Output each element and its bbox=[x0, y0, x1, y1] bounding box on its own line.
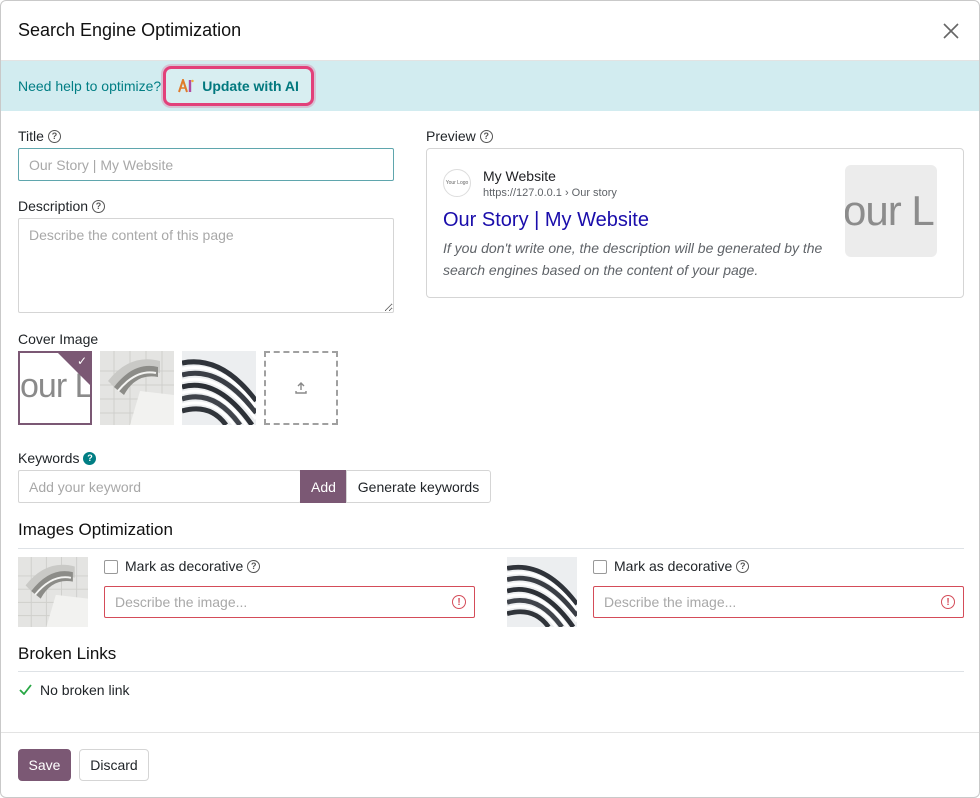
image-alt-input-2[interactable] bbox=[593, 586, 964, 618]
close-button[interactable] bbox=[939, 19, 963, 43]
check-icon: ✓ bbox=[76, 354, 87, 368]
search-preview: Your Logo My Website https://127.0.0.1 ›… bbox=[426, 148, 964, 298]
keywords-label-text: Keywords bbox=[18, 450, 80, 466]
mark-decorative-checkbox-2[interactable] bbox=[593, 560, 607, 574]
discard-button[interactable]: Discard bbox=[79, 749, 149, 781]
section-divider bbox=[18, 671, 964, 672]
preview-description: If you don't write one, the description … bbox=[443, 240, 823, 278]
upload-cover-button[interactable] bbox=[264, 351, 338, 425]
image-thumbnail-2 bbox=[507, 557, 577, 627]
footer-divider bbox=[1, 732, 979, 733]
check-icon bbox=[19, 684, 32, 695]
building-curves-image bbox=[182, 351, 256, 425]
mark-decorative-label-1: Mark as decorative ? bbox=[125, 558, 261, 574]
architecture-image bbox=[18, 557, 88, 627]
title-input[interactable] bbox=[18, 148, 394, 181]
title-label-text: Title bbox=[18, 128, 44, 144]
cover-image-option-selected[interactable]: our L ✓ bbox=[18, 351, 92, 425]
broken-links-status: No broken link bbox=[40, 682, 130, 698]
preview-label-text: Preview bbox=[426, 128, 476, 144]
seo-dialog: Search Engine Optimization Need help to … bbox=[0, 0, 980, 798]
help-icon[interactable]: ? bbox=[92, 199, 106, 213]
preview-logo: Your Logo bbox=[443, 169, 471, 197]
ai-icon bbox=[178, 79, 194, 93]
section-divider bbox=[18, 548, 964, 549]
help-icon[interactable]: ? bbox=[47, 129, 61, 143]
cover-image-option-3[interactable] bbox=[182, 351, 256, 425]
help-icon[interactable]: ? bbox=[83, 451, 97, 465]
ai-button-label: Update with AI bbox=[202, 78, 299, 94]
warning-icon: ! bbox=[941, 595, 955, 609]
architecture-image bbox=[100, 351, 174, 425]
help-icon[interactable]: ? bbox=[247, 559, 261, 573]
warning-icon: ! bbox=[452, 595, 466, 609]
title-label: Title ? bbox=[18, 128, 61, 144]
cover-image-label: Cover Image bbox=[18, 331, 99, 347]
description-textarea[interactable] bbox=[18, 218, 394, 313]
mark-decorative-text: Mark as decorative bbox=[125, 558, 244, 574]
ai-help-banner: Need help to optimize? Update with AI bbox=[1, 61, 979, 111]
help-icon[interactable]: ? bbox=[736, 559, 750, 573]
add-keyword-button[interactable]: Add bbox=[300, 470, 347, 503]
preview-label: Preview ? bbox=[426, 128, 493, 144]
close-icon bbox=[943, 22, 959, 39]
description-label-text: Description bbox=[18, 198, 89, 214]
dialog-title: Search Engine Optimization bbox=[18, 20, 242, 40]
description-label: Description ? bbox=[18, 198, 106, 214]
preview-site-name: My Website bbox=[483, 168, 556, 184]
keyword-input[interactable] bbox=[18, 470, 301, 503]
building-curves-image bbox=[507, 557, 577, 627]
save-button[interactable]: Save bbox=[18, 749, 71, 781]
mark-decorative-checkbox-1[interactable] bbox=[104, 560, 118, 574]
preview-thumbnail-text: our L bbox=[845, 187, 935, 234]
preview-thumbnail: our L bbox=[845, 165, 937, 257]
image-thumbnail-1 bbox=[18, 557, 88, 627]
banner-text: Need help to optimize? bbox=[18, 78, 162, 94]
mark-decorative-text: Mark as decorative bbox=[614, 558, 733, 574]
cover-image-option-2[interactable] bbox=[100, 351, 174, 425]
image-alt-input-1[interactable] bbox=[104, 586, 475, 618]
preview-title: Our Story | My Website bbox=[443, 209, 649, 231]
keywords-label: Keywords ? bbox=[18, 450, 97, 466]
images-optimization-title: Images Optimization bbox=[18, 520, 173, 539]
upload-icon bbox=[295, 382, 307, 394]
mark-decorative-label-2: Mark as decorative ? bbox=[614, 558, 750, 574]
dialog-header: Search Engine Optimization bbox=[1, 1, 979, 61]
preview-url: https://127.0.0.1 › Our story bbox=[483, 187, 617, 199]
generate-keywords-button[interactable]: Generate keywords bbox=[346, 470, 491, 503]
update-with-ai-button[interactable]: Update with AI bbox=[163, 66, 314, 106]
broken-links-title: Broken Links bbox=[18, 644, 117, 663]
help-icon[interactable]: ? bbox=[479, 129, 493, 143]
